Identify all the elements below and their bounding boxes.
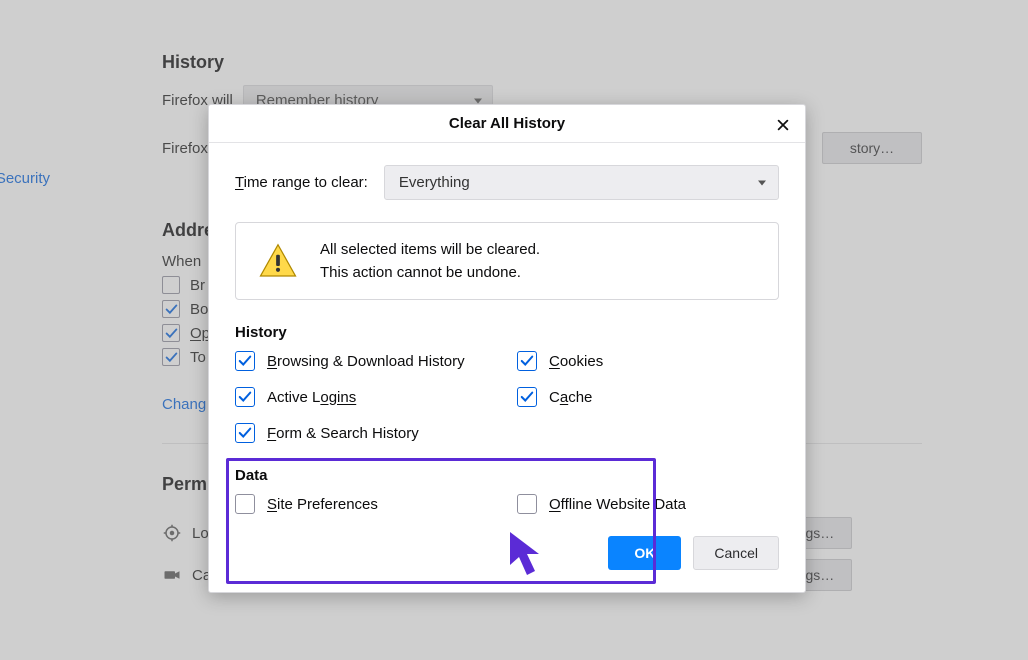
check-icon	[238, 354, 252, 368]
check-label: Cache	[549, 389, 592, 406]
checkbox[interactable]	[517, 351, 537, 371]
check-label: Offline Website Data	[549, 496, 686, 513]
check-icon	[238, 426, 252, 440]
check-icon	[520, 390, 534, 404]
check-label: Site Preferences	[267, 496, 378, 513]
check-form-search-history[interactable]: Form & Search History	[235, 423, 497, 443]
check-cookies[interactable]: Cookies	[517, 351, 779, 371]
dialog-close-button[interactable]	[771, 113, 795, 137]
warning-line-1: All selected items will be cleared.	[320, 241, 540, 258]
history-section-title: History	[235, 324, 779, 341]
cancel-button[interactable]: Cancel	[693, 536, 779, 570]
checkbox[interactable]	[235, 387, 255, 407]
ok-button[interactable]: OK	[608, 536, 681, 570]
data-checks-grid: Site Preferences Offline Website Data	[235, 494, 779, 514]
check-offline-website-data[interactable]: Offline Website Data	[517, 494, 779, 514]
checkbox[interactable]	[235, 351, 255, 371]
check-label: Browsing & Download History	[267, 353, 465, 370]
warning-line-2: This action cannot be undone.	[320, 264, 540, 281]
time-range-select[interactable]: Everything	[384, 165, 779, 200]
dialog-body: Time range to clear: Everything All sele…	[209, 143, 805, 536]
history-checks-grid: Browsing & Download History Cookies Acti…	[235, 351, 779, 443]
checkbox[interactable]	[517, 494, 537, 514]
check-icon	[520, 354, 534, 368]
clear-history-dialog: Clear All History Time range to clear: E…	[208, 104, 806, 593]
check-icon	[238, 390, 252, 404]
check-browsing-download-history[interactable]: Browsing & Download History	[235, 351, 497, 371]
warning-icon	[258, 241, 298, 281]
warning-text: All selected items will be cleared. This…	[320, 241, 540, 281]
checkbox[interactable]	[235, 423, 255, 443]
check-label: Cookies	[549, 353, 603, 370]
warning-box: All selected items will be cleared. This…	[235, 222, 779, 300]
check-cache[interactable]: Cache	[517, 387, 779, 407]
time-range-row: Time range to clear: Everything	[235, 165, 779, 200]
check-label: Active Logins	[267, 389, 356, 406]
dialog-footer: OK Cancel	[209, 536, 805, 592]
close-icon	[776, 118, 790, 132]
check-active-logins[interactable]: Active Logins	[235, 387, 497, 407]
check-site-preferences[interactable]: Site Preferences	[235, 494, 497, 514]
checkbox[interactable]	[235, 494, 255, 514]
check-label: Form & Search History	[267, 425, 419, 442]
time-range-label: Time range to clear:	[235, 174, 368, 191]
data-section-title: Data	[235, 467, 779, 484]
dialog-title: Clear All History	[449, 115, 565, 132]
checkbox[interactable]	[517, 387, 537, 407]
dialog-header: Clear All History	[209, 105, 805, 143]
